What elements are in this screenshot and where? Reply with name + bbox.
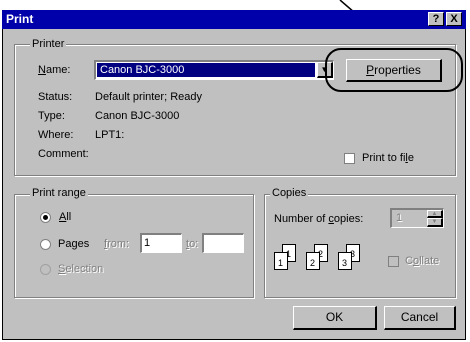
ok-button[interactable]: OK xyxy=(293,306,377,330)
collate-page-number: 2 xyxy=(310,258,316,268)
where-value: LPT1: xyxy=(95,129,125,141)
title-bar xyxy=(2,10,466,29)
print-to-file-label: Print to file xyxy=(362,152,414,164)
from-value: 1 xyxy=(144,237,151,249)
copies-group-label: Copies xyxy=(270,187,309,199)
properties-button[interactable]: Properties xyxy=(346,59,442,82)
name-label: Name: xyxy=(38,64,71,76)
copies-value: 1 xyxy=(396,212,403,224)
comment-label: Comment: xyxy=(38,148,89,160)
selection-radio[interactable] xyxy=(40,264,51,275)
all-radio[interactable] xyxy=(40,212,51,223)
type-label: Type: xyxy=(38,110,65,122)
from-input[interactable]: 1 xyxy=(140,233,182,253)
to-label: to: xyxy=(186,238,199,250)
spin-down-icon[interactable]: ▼ xyxy=(427,218,443,227)
printer-group-label: Printer xyxy=(30,38,67,50)
printer-name-select[interactable]: Canon BJC-3000 ▼ xyxy=(94,60,334,80)
number-of-copies-label: Number of copies: xyxy=(274,213,364,225)
print-to-file-checkbox[interactable] xyxy=(344,153,355,164)
window-title: Print xyxy=(6,12,34,26)
collate-checkbox[interactable] xyxy=(388,256,399,267)
type-value: Canon BJC-3000 xyxy=(95,110,180,122)
pages-radio[interactable] xyxy=(40,239,51,250)
collate-page-number: 1 xyxy=(278,258,284,268)
collate-pages-icon: 1 1 2 2 3 3 xyxy=(272,244,382,276)
collate-page-number: 3 xyxy=(342,258,348,268)
from-label: from: xyxy=(104,238,130,250)
radio-selected-dot xyxy=(43,215,48,220)
copies-spinner[interactable]: 1 ▲ ▼ xyxy=(390,208,444,228)
to-input[interactable] xyxy=(202,233,244,253)
close-button[interactable]: X xyxy=(446,12,462,26)
spin-up-icon[interactable]: ▲ xyxy=(427,210,443,218)
help-button[interactable]: ? xyxy=(428,12,444,26)
selection-radio-label: Selection xyxy=(58,263,104,275)
collate-label: Collate xyxy=(405,255,440,267)
cancel-button[interactable]: Cancel xyxy=(384,306,456,330)
print-range-group-label: Print range xyxy=(30,187,88,199)
where-label: Where: xyxy=(38,129,74,141)
status-label: Status: xyxy=(38,91,73,103)
printer-name-value: Canon BJC-3000 xyxy=(100,64,185,76)
status-value: Default printer; Ready xyxy=(95,91,202,103)
all-radio-label: All xyxy=(59,211,72,223)
pages-radio-label: Pages xyxy=(58,238,90,250)
